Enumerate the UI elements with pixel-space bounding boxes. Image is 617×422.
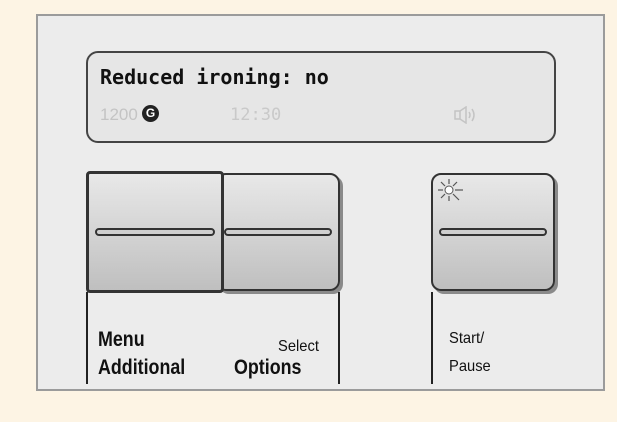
button-bar: [224, 228, 332, 236]
display-message: Reduced ironing: no: [100, 65, 329, 89]
label-divider: [338, 292, 340, 384]
additional-label: Additional: [98, 356, 186, 379]
button-bar: [95, 228, 215, 236]
menu-label: Menu: [98, 328, 145, 351]
lcd-display: Reduced ironing: no 1200 G 12:30: [86, 51, 556, 143]
label-divider: [431, 292, 433, 384]
button-bar: [439, 228, 547, 236]
control-panel: Reduced ironing: no 1200 G 12:30 Menu Ad…: [36, 14, 605, 391]
start-label: Start/: [449, 330, 485, 347]
pause-label: Pause: [449, 358, 491, 375]
select-options-button[interactable]: [216, 173, 340, 291]
label-divider: [86, 292, 88, 384]
additional-menu-button[interactable]: [86, 171, 224, 293]
display-status-row: 1200 G 12:30: [98, 105, 538, 129]
options-label: Options: [234, 356, 302, 379]
spin-icon: G: [142, 105, 159, 122]
select-label: Select: [278, 338, 319, 355]
led-light-icon: [438, 179, 463, 201]
time-value: 12:30: [230, 105, 282, 125]
start-pause-button[interactable]: [431, 173, 555, 291]
speaker-icon: [454, 106, 475, 124]
spin-speed-value: 1200: [100, 105, 138, 124]
